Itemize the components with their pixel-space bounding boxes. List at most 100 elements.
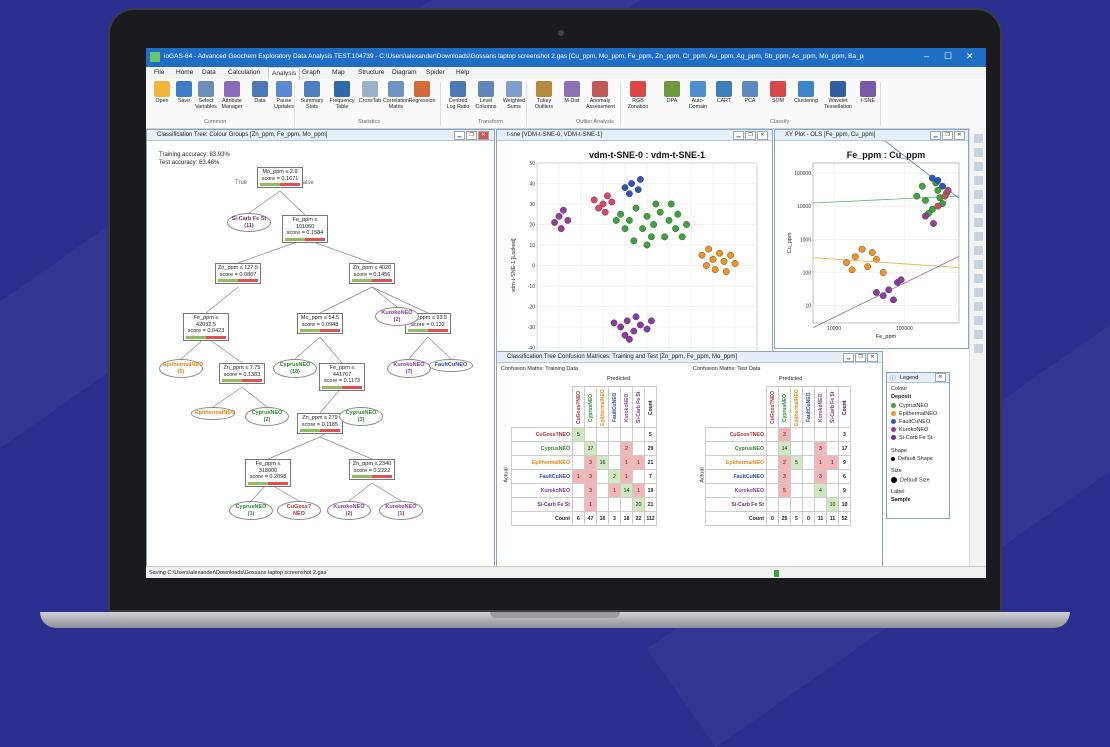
data-point-kurokoneo[interactable] [610,319,618,327]
attribute-manager-button[interactable]: Attribute Manager [218,81,246,110]
wavelet-tessellation-button[interactable]: Wavelet Tessellation [824,81,852,110]
data-point-cyprusneo[interactable] [617,210,625,218]
tree-split-node[interactable]: Mo_ppm ≤ 2.9 score = 0.1671 [257,167,303,188]
legend-header[interactable]: ⓘ Legend ✕ [887,373,949,383]
m-dist-button[interactable]: M-Dist [558,81,586,104]
tree-split-node[interactable]: Zn_ppm ≤ 127.5 score = 0.0867 [215,263,261,284]
data-point-epithermalneo[interactable] [720,258,728,265]
side-tool-icon[interactable] [974,232,983,241]
data-point-kurokoneo[interactable] [632,313,640,321]
side-tool-icon[interactable] [974,246,983,255]
data-point-epithermalneo[interactable] [731,260,739,267]
menu-analysis[interactable]: Analysis [268,67,301,79]
pca-button[interactable]: PCA [736,81,764,104]
auto-domain-button[interactable]: Auto-Domain [684,81,712,110]
tree-leaf-node[interactable]: CyprusNEO (18) [273,359,317,378]
tree-split-node[interactable]: Fe_ppm ≤ 318000 score = 0.2098 [245,459,291,487]
menu-home[interactable]: Home [176,69,193,76]
data-point-epithermalneo[interactable] [848,266,856,274]
tree-leaf-node[interactable]: EpithermalNEO (5) [159,359,203,378]
tree-restore-button[interactable]: ❐ [466,131,477,140]
som-button[interactable]: SOM [764,81,792,104]
data-point-cyprusneo[interactable] [621,225,629,233]
tree-minimize-button[interactable]: ▁ [454,131,465,140]
side-tool-icon[interactable] [974,316,983,325]
side-tool-icon[interactable] [974,344,983,353]
cart-button[interactable]: CART [710,81,738,104]
tree-leaf-node[interactable]: CyprusNEO (3) [339,407,383,426]
tsne-restore-button[interactable]: ❐ [745,131,756,140]
side-tool-icon[interactable] [974,288,983,297]
data-point-cugoss-neo[interactable] [595,204,603,212]
cm-close-button[interactable]: ✕ [867,353,878,362]
data-point-kurokoneo[interactable] [873,289,880,296]
data-point-cyprusneo[interactable] [672,225,680,233]
clustering-button[interactable]: Clustering [792,81,820,104]
legend-item[interactable]: KurokoNEO [891,427,928,433]
legend-shape-value[interactable]: Default Shape [891,456,933,462]
side-tool-icon[interactable] [974,176,983,185]
tree-split-node[interactable]: Fe_ppm ≤ 42032.5 score = 0.0423 [183,313,229,341]
tree-split-node[interactable]: Fe_ppm ≤ 441767 score = 0.1173 [319,363,365,391]
tree-close-button[interactable]: ✕ [478,131,489,140]
anomaly-assessment-button[interactable]: Anomaly Assessment [586,81,615,110]
side-tool-icon[interactable] [974,134,983,143]
minimize-button[interactable]: – [924,51,929,61]
tree-split-node[interactable]: Mo_ppm ≤ 54.5 score = 0.0948 [297,313,343,334]
data-point-kurokoneo[interactable] [647,317,655,325]
menu-map[interactable]: Map [332,69,345,76]
frequency-table-button[interactable]: Frequency Table [328,81,356,110]
legend-item[interactable]: CyprusNEO [891,403,928,409]
t-sne-button[interactable]: t-SNE [854,81,882,104]
data-point-faultcuneo[interactable] [634,186,642,194]
data-point-cyprusneo[interactable] [656,208,664,216]
side-tool-icon[interactable] [974,190,983,199]
cm-panel-header[interactable]: Classification Tree Confusion Matrices: … [497,352,882,363]
weighted-sums-button[interactable]: Weighted Sums [500,81,528,110]
regression-button[interactable]: Regression [408,81,436,104]
data-point-cyprusneo[interactable] [674,210,682,218]
data-point-epithermalneo[interactable] [709,255,717,263]
data-point-epithermalneo[interactable] [722,268,730,276]
crosstab-button[interactable]: CrossTab [356,81,384,104]
tukey-outliers-button[interactable]: Tukey Outliers [530,81,558,110]
tree-panel-header[interactable]: Classification Tree: Colour Groups [Zn_p… [147,130,494,141]
tree-leaf-node[interactable]: KurokoNEO (1) [379,501,423,520]
side-tool-icon[interactable] [974,162,983,171]
data-point-faultcuneo[interactable] [628,180,636,187]
data-point-cyprusneo[interactable] [667,200,675,208]
menu-graph[interactable]: Graph [302,69,320,76]
cm-minimize-button[interactable]: ▁ [843,353,854,362]
tree-split-node[interactable]: Zn_ppm ≤ 279 score = 0.1185 [297,413,343,434]
legend-close-button[interactable]: ✕ [935,373,946,382]
data-point-cyprusneo[interactable] [643,212,651,220]
side-tool-icon[interactable] [974,218,983,227]
legend-size-value[interactable]: Default Size [891,477,930,483]
side-tool-icon[interactable] [974,204,983,213]
tsne-minimize-button[interactable]: ▁ [733,131,744,140]
side-tool-icon[interactable] [974,274,983,283]
tree-leaf-node[interactable]: KurokoNEO (7) [387,359,431,378]
data-point-si-carb-fe-st[interactable] [930,220,937,227]
close-button[interactable]: ✕ [966,51,974,62]
data-point-cugoss-neo[interactable] [608,198,616,206]
side-tool-icon[interactable] [974,302,983,311]
legend-item[interactable]: Si-Carb Fe St [891,435,932,441]
data-point-faultcuneo[interactable] [636,176,644,183]
data-point-epithermalneo[interactable] [868,249,876,256]
tree-leaf-node[interactable]: FaultCuNEO [429,359,473,372]
menu-spider[interactable]: Spider [426,69,445,76]
tree-leaf-node[interactable]: KurokoNEO (2) [375,307,419,326]
data-point-si-carb-fe-st[interactable] [557,225,565,233]
select-variables-button[interactable]: Select Variables [192,81,220,110]
data-point-cyprusneo[interactable] [632,204,640,212]
menu-help[interactable]: Help [456,69,469,76]
data-point-cyprusneo[interactable] [650,221,658,228]
maximize-button[interactable]: ☐ [944,51,952,62]
menu-data[interactable]: Data [202,69,216,76]
data-point-kurokoneo[interactable] [625,335,633,343]
data-point-kurokoneo[interactable] [897,276,905,284]
data-point-si-carb-fe-st[interactable] [564,217,572,224]
tree-split-node[interactable]: Fe_ppm ≤ 101060 score = 0.1584 [282,215,328,243]
legend-label-value[interactable]: Sample [891,497,911,503]
